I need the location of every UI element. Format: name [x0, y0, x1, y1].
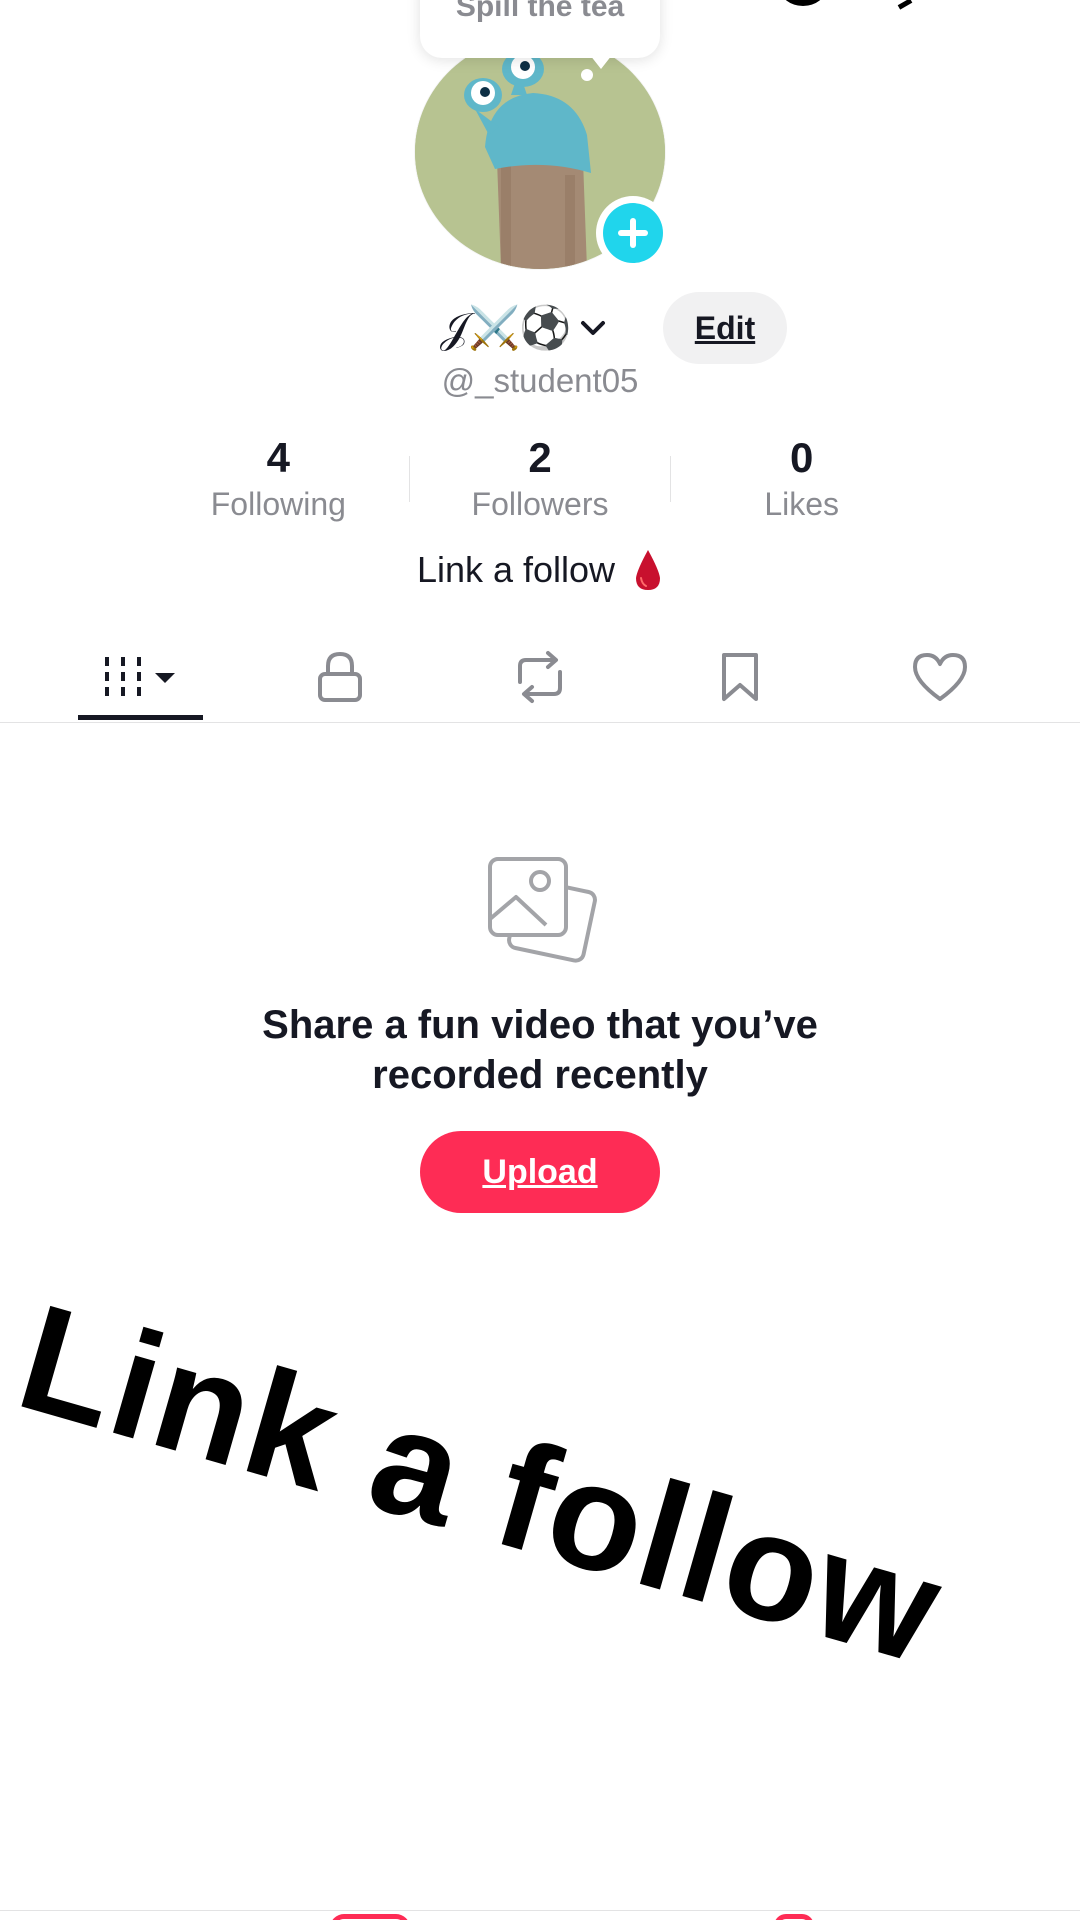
heart-icon [913, 653, 967, 701]
active-tab-indicator [78, 715, 203, 720]
chevron-down-icon [580, 321, 605, 335]
bottom-nav-icon[interactable] [774, 1914, 814, 1920]
profile-tabs [0, 632, 1080, 723]
overlay-caption: Link a follow [2, 1271, 960, 1697]
profile-page: Spill the tea 𝒥⚔️⚽ Edit @_student05 4 Fo… [0, 0, 1080, 1920]
tab-reposts[interactable] [490, 632, 590, 722]
stat-value: 4 [266, 434, 291, 481]
bookmark-icon [722, 653, 758, 701]
stat-followers[interactable]: 2 Followers [410, 432, 671, 524]
plus-icon [603, 203, 663, 263]
top-bar-icon[interactable] [780, 0, 826, 6]
stat-following[interactable]: 4 Following [148, 432, 409, 524]
tab-favorites[interactable] [690, 632, 790, 722]
stat-likes[interactable]: 0 Likes [671, 432, 932, 524]
tab-private[interactable] [290, 632, 390, 722]
stat-label: Likes [764, 486, 840, 522]
bio: Link a follow [416, 549, 616, 590]
upload-button[interactable]: Upload [420, 1131, 660, 1213]
empty-state-title-line2: recorded recently [372, 1053, 708, 1097]
username: @_student05 [441, 362, 639, 399]
status-tooltip[interactable]: Spill the tea [420, 0, 660, 58]
display-name: 𝒥⚔️⚽ [440, 303, 572, 352]
tab-liked[interactable] [890, 632, 990, 722]
tab-videos[interactable] [78, 632, 203, 722]
empty-state-title-line1: Share a fun video that you’ve [262, 1003, 818, 1047]
bio-row: Link a follow [0, 548, 1080, 592]
display-name-switcher[interactable]: 𝒥⚔️⚽ [440, 298, 607, 358]
tooltip-text: Spill the tea [455, 0, 625, 23]
bottom-nav-icon[interactable] [330, 1914, 410, 1920]
stat-label: Following [210, 486, 346, 522]
bottom-nav-divider [0, 1910, 1080, 1911]
menu-icon[interactable] [893, 0, 913, 10]
drop-of-blood-icon [636, 550, 661, 590]
add-avatar-button[interactable] [596, 196, 670, 270]
grid-dropdown-icon [104, 657, 175, 696]
stat-value: 2 [528, 434, 552, 481]
photos-icon [488, 857, 597, 963]
empty-state-title: Share a fun video that you’ve recorded r… [0, 1000, 1080, 1100]
lock-icon [318, 651, 362, 702]
stat-label: Followers [471, 486, 609, 522]
edit-profile-button[interactable]: Edit [663, 292, 787, 364]
stat-value: 0 [790, 434, 814, 481]
profile-stats: 4 Following 2 Followers 0 Likes [148, 432, 932, 532]
repost-icon [518, 651, 562, 703]
